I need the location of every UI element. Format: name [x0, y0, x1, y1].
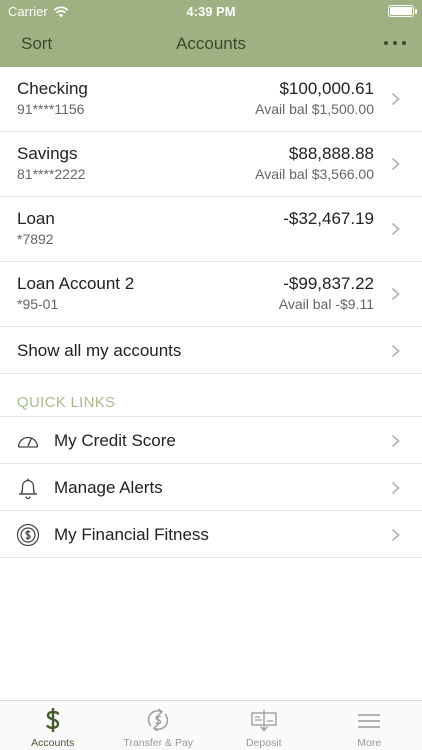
- chevron-right-icon: [391, 434, 400, 448]
- quick-link-label: My Credit Score: [54, 431, 176, 450]
- show-all-accounts-link[interactable]: Show all my accounts: [0, 327, 422, 374]
- tab-bar: Accounts Transfer & Pay Deposit More: [0, 700, 422, 750]
- tab-label: Accounts: [31, 737, 75, 749]
- check-deposit-icon: [251, 710, 277, 732]
- tab-label: Deposit: [245, 737, 282, 749]
- account-row-loan-account-2[interactable]: Loan Account 2 *95-01 -$99,837.22 Avail …: [0, 262, 422, 327]
- quick-link-label: My Financial Fitness: [54, 525, 209, 544]
- tab-accounts[interactable]: Accounts: [0, 701, 106, 750]
- speedometer-icon: [17, 436, 39, 448]
- account-number: *7892: [17, 231, 54, 247]
- tab-deposit[interactable]: Deposit: [211, 701, 317, 750]
- quick-link-financial-fitness[interactable]: My Financial Fitness: [0, 511, 422, 558]
- account-balance: $100,000.61: [279, 79, 374, 98]
- account-available-balance: Avail bal $1,500.00: [255, 101, 374, 117]
- account-name: Loan: [17, 209, 55, 228]
- chevron-right-icon: [391, 481, 400, 495]
- tab-transfer-pay[interactable]: Transfer & Pay: [106, 701, 212, 750]
- transfer-icon: [148, 708, 169, 732]
- chevron-right-icon: [391, 528, 400, 542]
- quick-links-heading: QUICK LINKS: [17, 394, 116, 411]
- status-bar: Carrier 4:39 PM: [0, 0, 422, 22]
- hamburger-menu-icon: [358, 714, 381, 728]
- account-number: 91****1156: [17, 101, 85, 117]
- status-time: 4:39 PM: [186, 4, 236, 19]
- account-name: Checking: [17, 79, 88, 98]
- account-available-balance: Avail bal $3,566.00: [255, 166, 374, 182]
- quick-link-credit-score[interactable]: My Credit Score: [0, 417, 422, 464]
- chevron-right-icon: [391, 287, 400, 301]
- battery-icon: [388, 5, 417, 17]
- chevron-right-icon: [391, 92, 400, 106]
- account-balance: $88,888.88: [288, 144, 374, 163]
- page-title: Accounts: [176, 34, 246, 53]
- chevron-right-icon: [391, 222, 400, 236]
- account-name: Loan Account 2: [17, 274, 135, 293]
- account-number: *95-01: [17, 296, 59, 312]
- accounts-list: Checking 91****1156 $100,000.61 Avail ba…: [0, 67, 422, 374]
- dollar-icon: [46, 708, 59, 732]
- tab-label: More: [357, 737, 382, 749]
- chevron-right-icon: [391, 344, 400, 358]
- account-available-balance: Avail bal -$9.11: [278, 296, 374, 312]
- quick-links-list: My Credit Score Manage Alerts My Financi…: [0, 416, 422, 558]
- account-row-checking[interactable]: Checking 91****1156 $100,000.61 Avail ba…: [0, 67, 422, 132]
- quick-link-manage-alerts[interactable]: Manage Alerts: [0, 464, 422, 511]
- bell-icon: [19, 478, 37, 500]
- show-all-accounts-label: Show all my accounts: [17, 341, 182, 360]
- tab-more[interactable]: More: [317, 701, 422, 750]
- account-row-loan[interactable]: Loan *7892 -$32,467.19: [0, 197, 422, 262]
- chevron-right-icon: [391, 157, 400, 171]
- account-number: 81****2222: [17, 166, 86, 182]
- more-options-icon[interactable]: [384, 33, 406, 53]
- account-name: Savings: [17, 144, 78, 163]
- app-header: Carrier 4:39 PM Sort Accounts: [0, 0, 422, 67]
- account-balance: -$32,467.19: [283, 209, 374, 228]
- tab-label: Transfer & Pay: [123, 737, 194, 749]
- quick-link-label: Manage Alerts: [54, 478, 163, 497]
- account-balance: -$99,837.22: [283, 274, 374, 293]
- account-row-savings[interactable]: Savings 81****2222 $88,888.88 Avail bal …: [0, 132, 422, 197]
- navigation-bar: Sort Accounts: [0, 22, 422, 67]
- dollar-coin-icon: [16, 523, 40, 547]
